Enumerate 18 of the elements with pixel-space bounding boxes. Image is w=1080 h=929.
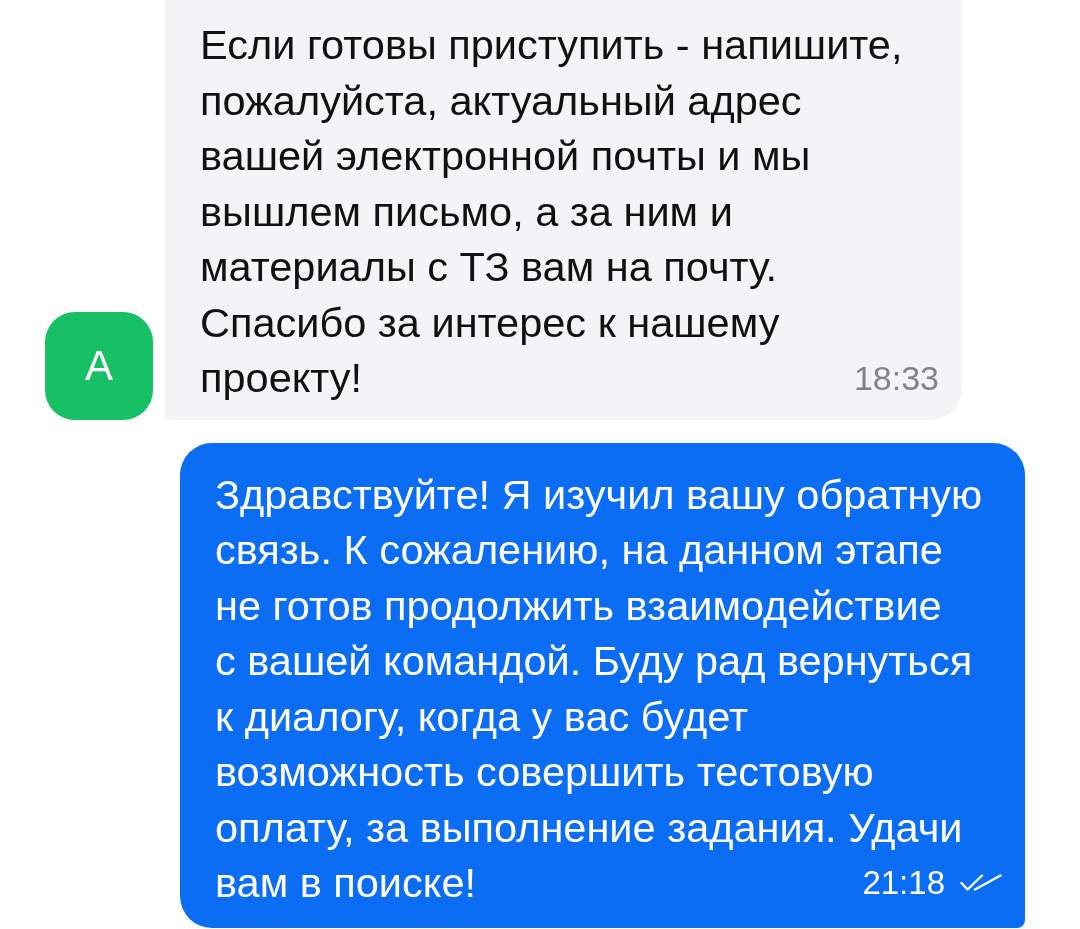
message-text: пожалуйста, актуальный адрес xyxy=(200,75,802,126)
message-text: вышлем письмо, а за ним и xyxy=(200,186,733,237)
message-text: связь. К сожалению, на данном этапе xyxy=(215,525,943,575)
message-text: материалы с ТЗ вам на почту. xyxy=(200,242,778,292)
message-text: проекту! xyxy=(200,353,363,403)
message-text: возможность совершить тестовую xyxy=(215,747,874,797)
message-text: Если готовы приступить - напишите, xyxy=(200,20,903,70)
message-text: оплату, за выполнение задания. Удачи xyxy=(215,802,963,853)
message-text: с вашей командой. Буду рад вернуться xyxy=(215,636,973,686)
message-text: Спасибо за интерес к нашему xyxy=(200,297,780,348)
message-text: вам в поиске! xyxy=(215,858,477,908)
message-text: к диалогу, когда у вас будет xyxy=(215,691,748,742)
message-time: 21:18 xyxy=(862,862,945,903)
avatar-icon: А xyxy=(45,311,153,420)
message-text: не готов продолжить взаимодействие xyxy=(215,580,942,631)
message-text: вашей электронной почты и мы xyxy=(200,131,811,181)
message-text: Здравствуйте! Я изучил вашу обратную xyxy=(215,469,983,520)
message-time: 18:33 xyxy=(853,357,939,398)
